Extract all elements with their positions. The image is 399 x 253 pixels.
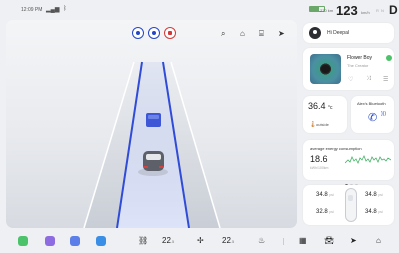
driver-temp[interactable]: 22.5 xyxy=(162,236,174,245)
wave-icon: ))) xyxy=(381,111,386,117)
home-icon[interactable]: ⌂ xyxy=(376,236,381,245)
steering-heat-icon[interactable]: ♨ xyxy=(258,236,265,245)
passenger-temp[interactable]: 22.5 xyxy=(222,236,234,245)
outside-temperature-card: 36.4 °c 🌡︎ outside xyxy=(303,96,347,133)
phone-app-icon[interactable] xyxy=(18,236,28,246)
song-title: Flower Boy xyxy=(347,55,373,61)
bottom-dock: ⛓ 22.5 ✢ 22.5 ♨ ▦ 🚘︎ ➤ ⌂ xyxy=(0,230,399,253)
bluetooth-icon: ᛒ xyxy=(63,6,67,12)
apps-grid-icon[interactable]: ▦ xyxy=(299,236,307,245)
temperature-label: outside xyxy=(316,122,329,127)
tire-rear-left: 32.8 psi xyxy=(316,209,334,215)
fan-icon[interactable]: ✢ xyxy=(197,236,204,245)
clock: 12:09 PM xyxy=(21,7,43,13)
energy-value: 18.6 xyxy=(310,154,328,164)
phone-icon[interactable]: ✆ xyxy=(368,111,377,124)
current-gear: D xyxy=(389,3,398,17)
speed-unit: km/h xyxy=(361,10,370,15)
music-app-icon[interactable] xyxy=(96,236,106,246)
status-bar: 12:09 PM ▂▄▆ ᛒ 270 km 123 km/h R N D xyxy=(0,0,399,20)
dashcam-record-button[interactable] xyxy=(164,27,176,39)
avatar[interactable] xyxy=(309,27,321,39)
car-link-icon[interactable]: ⛓ xyxy=(138,236,148,245)
calendar-app-icon[interactable] xyxy=(70,236,80,246)
shuffle-icon[interactable]: ⤨ xyxy=(366,76,371,83)
energy-sparkline xyxy=(345,155,391,164)
driver-assist-button[interactable] xyxy=(132,27,144,39)
lead-vehicle xyxy=(146,113,161,127)
queue-icon[interactable]: ☰ xyxy=(383,76,388,83)
voice-assistant-button[interactable] xyxy=(148,27,160,39)
temperature-value: 36.4 °c xyxy=(308,101,333,111)
navigation-arrow-icon[interactable]: ➤ xyxy=(350,236,357,245)
building-icon[interactable]: ⌸ xyxy=(259,29,264,39)
media-app-icon[interactable] xyxy=(45,236,55,246)
bluetooth-device-name: Alex's Bluetooth xyxy=(357,101,386,106)
navigation-icon[interactable]: ➤ xyxy=(278,29,285,38)
car-top-view-icon xyxy=(345,188,357,222)
heart-icon[interactable]: ♡ xyxy=(348,76,353,83)
user-profile-card[interactable]: Hi Deepal xyxy=(303,23,394,43)
music-player-card[interactable]: Flower Boy The Creator ♡ ⤨ ☰ xyxy=(303,48,394,90)
tire-rear-right: 34.8 psi xyxy=(365,209,383,215)
energy-unit: kWh/100km xyxy=(310,166,329,170)
signal-bars-icon: ▂▄▆ xyxy=(46,7,60,13)
energy-consumption-card[interactable]: average energy consumption 18.6 kWh/100k… xyxy=(303,140,394,187)
dock-divider xyxy=(283,238,284,245)
home-icon[interactable]: ⌂ xyxy=(240,29,245,38)
car-infotainment-screen: 12:09 PM ▂▄▆ ᛒ 270 km 123 km/h R N D ⌕ ⌂… xyxy=(0,0,399,253)
tire-pressure-card[interactable]: 34.8 psi 34.8 psi 32.8 psi 34.8 psi xyxy=(303,185,394,225)
artist-name: The Creator xyxy=(347,63,369,68)
phone-card[interactable]: Alex's Bluetooth ✆ ))) xyxy=(351,96,394,133)
road-scene xyxy=(83,61,221,228)
album-art[interactable] xyxy=(310,54,341,84)
playing-indicator xyxy=(386,55,392,61)
speed-readout: 123 xyxy=(336,3,358,18)
tire-front-left: 34.8 psi xyxy=(316,192,334,198)
search-icon[interactable]: ⌕ xyxy=(221,29,225,39)
range-readout: 270 km xyxy=(320,8,334,13)
driving-visualization[interactable]: ⌕ ⌂ ⌸ ➤ xyxy=(6,20,297,228)
tire-front-right: 34.8 psi xyxy=(365,192,383,198)
greeting: Hi Deepal xyxy=(327,30,349,36)
car-icon[interactable]: 🚘︎ xyxy=(324,236,334,245)
gear-options: R N xyxy=(376,8,385,13)
